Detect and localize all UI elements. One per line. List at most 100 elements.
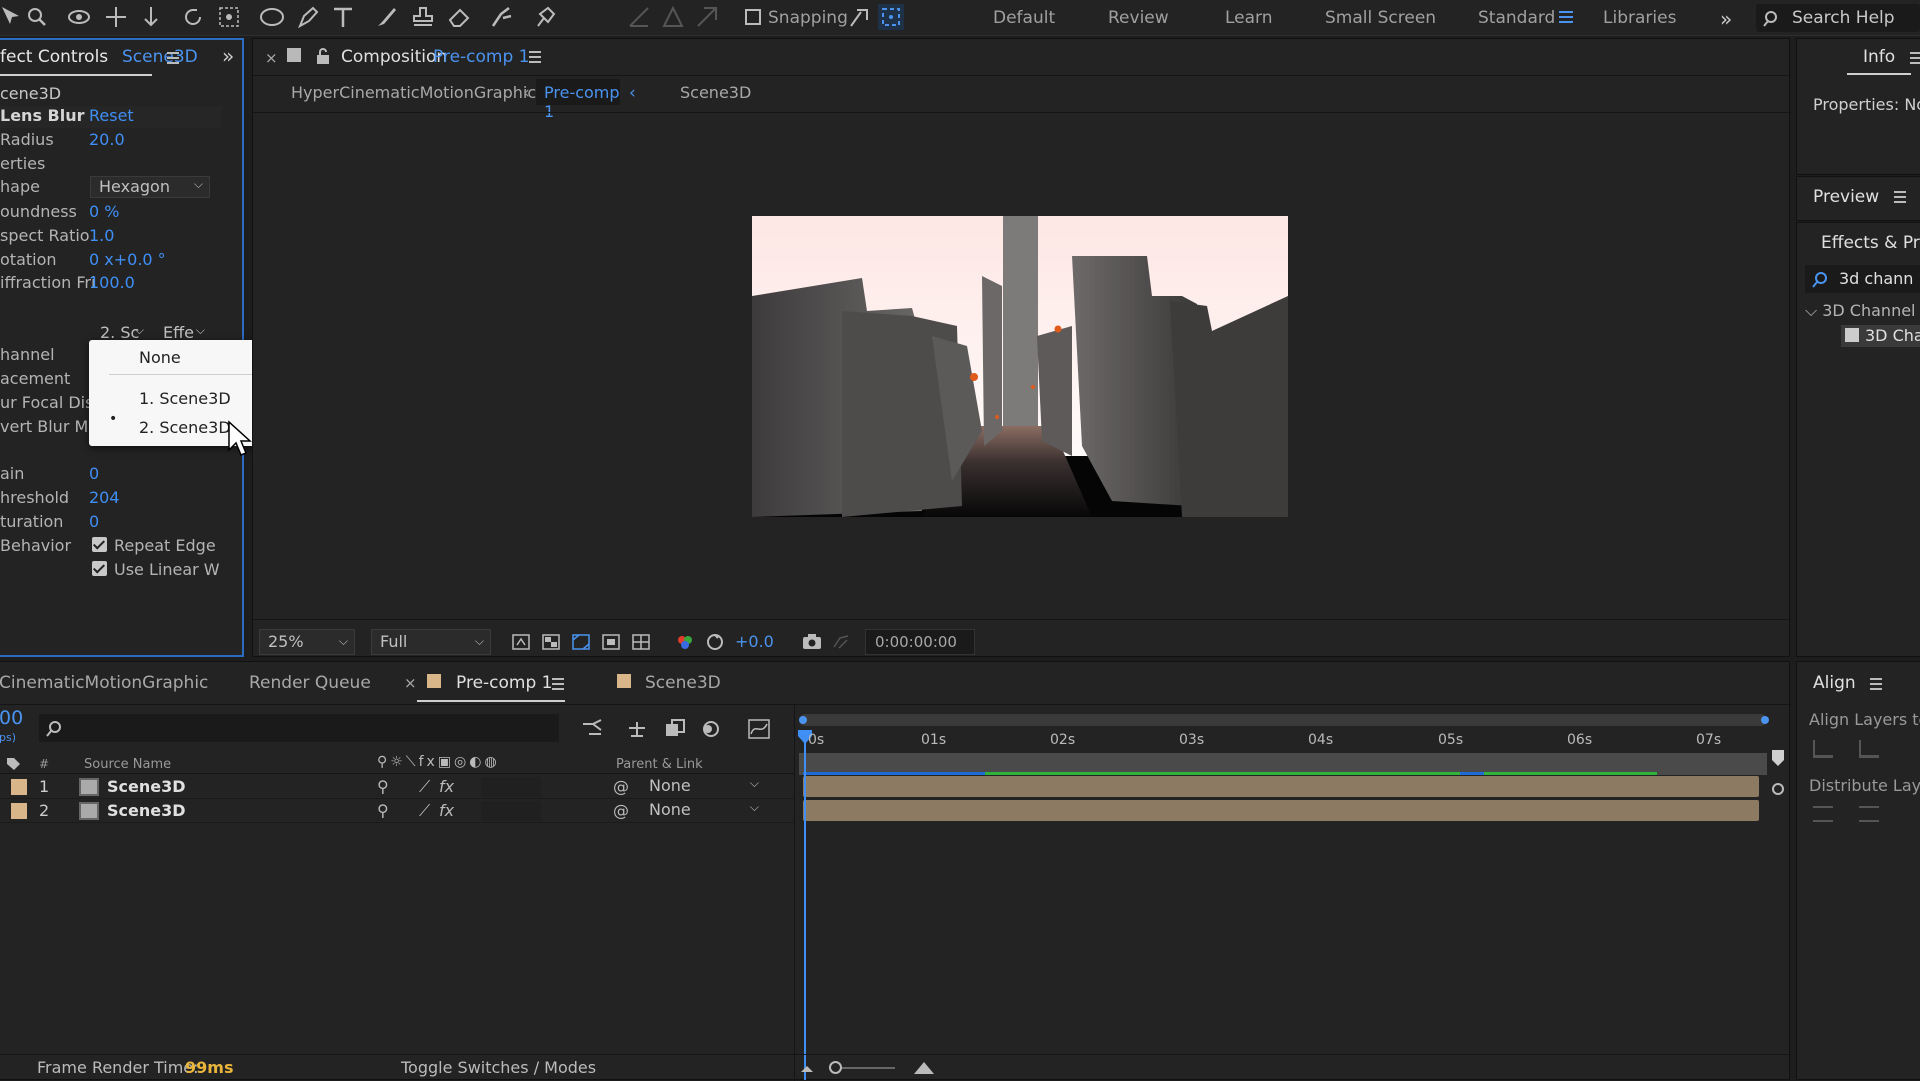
label-tag-icon[interactable]	[5, 756, 21, 772]
text-tool-icon[interactable]	[330, 4, 356, 30]
collapse-switch-icon[interactable]: ⚲	[377, 801, 389, 820]
snap-edges-icon[interactable]	[847, 4, 873, 30]
repeat-edge-checkbox[interactable]	[92, 537, 107, 552]
effects-item-3d-channel-extract[interactable]: 3D Cha	[1841, 325, 1920, 347]
quality-switch-icon[interactable]: ⟋	[419, 777, 430, 797]
hand-orbit-tool-icon[interactable]	[66, 4, 92, 30]
align-left-icon[interactable]	[1813, 740, 1833, 758]
grid-guides-icon[interactable]	[631, 632, 651, 652]
region-of-interest-icon[interactable]	[601, 632, 621, 652]
zoom-tool-icon[interactable]	[24, 4, 50, 30]
show-snapshot-icon[interactable]	[831, 632, 851, 652]
snapshot-camera-icon[interactable]	[801, 632, 823, 652]
pen-tool-icon[interactable]	[295, 4, 321, 30]
shy-layers-icon[interactable]	[625, 718, 649, 740]
transparency-grid-icon[interactable]	[541, 632, 561, 652]
source-name-column-header[interactable]: Source Name	[84, 757, 171, 772]
breadcrumb-root[interactable]: HyperCinematicMotionGraphic	[291, 83, 536, 102]
pick-whip-icon[interactable]: @	[613, 801, 629, 820]
info-tab[interactable]: Info	[1863, 47, 1895, 67]
comp-button-icon[interactable]	[1769, 780, 1787, 798]
effects-switch-icon[interactable]: fx	[439, 777, 454, 796]
precomp-timeline-tab[interactable]: Pre-comp 1	[456, 673, 552, 693]
composition-viewer-image[interactable]	[752, 216, 1288, 517]
layer-switch-boxes[interactable]	[481, 801, 541, 821]
layer-switch-boxes[interactable]	[481, 777, 541, 797]
breadcrumb-scene3d[interactable]: Scene3D	[680, 83, 751, 102]
view-axis-icon[interactable]	[694, 4, 720, 30]
popup-item-scene3d-2[interactable]: 2. Scene3D	[139, 418, 231, 437]
pick-whip-icon[interactable]: @	[613, 777, 629, 796]
popup-item-none[interactable]: None	[139, 348, 181, 367]
panel-menu-icon[interactable]	[551, 677, 565, 691]
resolution-dropdown[interactable]: Full ⌵	[371, 629, 491, 655]
snap-features-icon[interactable]	[878, 4, 904, 30]
workspace-overflow-icon[interactable]: »	[1720, 7, 1732, 31]
roto-brush-tool-icon[interactable]	[489, 4, 515, 30]
panel-menu-icon[interactable]	[528, 50, 542, 64]
magnification-dropdown[interactable]: 25% ⌵	[259, 629, 355, 655]
aspect-ratio-value[interactable]: 1.0	[89, 226, 114, 245]
layer-search-input[interactable]	[39, 714, 559, 742]
panel-menu-icon[interactable]	[1893, 190, 1907, 204]
workspace-small-screen[interactable]: Small Screen	[1325, 8, 1436, 28]
lock-icon[interactable]	[315, 47, 331, 65]
roundness-value[interactable]: 0 %	[89, 202, 119, 221]
effects-category-3d-channel[interactable]: ⌵ 3D Channel	[1805, 301, 1916, 321]
workspace-default[interactable]: Default	[993, 8, 1055, 28]
effects-switch-icon[interactable]: fx	[439, 801, 454, 820]
layer-name[interactable]: Scene3D	[107, 801, 186, 820]
workspace-libraries[interactable]: Libraries	[1603, 8, 1676, 28]
world-axis-icon[interactable]	[626, 4, 652, 30]
clone-stamp-tool-icon[interactable]	[410, 4, 436, 30]
layer-1-duration-bar[interactable]	[803, 776, 1759, 797]
layer-row-2[interactable]: 2 Scene3D ⚲ ⟋ fx @ None ⌵	[0, 799, 794, 823]
work-area-bar[interactable]	[799, 714, 1767, 726]
snapping-checkbox[interactable]	[745, 9, 761, 25]
use-linear-checkbox[interactable]	[92, 561, 107, 576]
preview-tab[interactable]: Preview	[1813, 187, 1879, 207]
effects-search-input[interactable]: 3d chann	[1805, 265, 1920, 293]
current-time-indicator[interactable]	[804, 730, 806, 1080]
graph-editor-icon[interactable]	[747, 718, 771, 740]
selection-tool-icon[interactable]	[0, 4, 26, 30]
popup-item-scene3d-1[interactable]: 1. Scene3D	[139, 389, 231, 408]
workspace-learn[interactable]: Learn	[1225, 8, 1273, 28]
layer-label-color[interactable]	[11, 779, 27, 795]
timeline-tab-main[interactable]: CinematicMotionGraphic	[0, 673, 208, 693]
puppet-pin-tool-icon[interactable]	[532, 4, 558, 30]
layer-name[interactable]: Scene3D	[107, 777, 186, 796]
distribute-top-icon[interactable]	[1813, 806, 1833, 822]
close-tab-icon[interactable]: ×	[404, 674, 417, 692]
quality-switch-icon[interactable]: ⟋	[419, 801, 430, 821]
local-axis-icon[interactable]	[660, 4, 686, 30]
zoom-in-mountain-icon[interactable]	[913, 1058, 935, 1076]
frame-blending-icon[interactable]	[663, 718, 687, 740]
breadcrumb-active[interactable]: Pre-comp 1	[536, 79, 620, 121]
panel-menu-icon[interactable]	[1869, 677, 1883, 691]
panel-menu-icon[interactable]	[1909, 51, 1920, 65]
composition-tab-label[interactable]: Composition	[341, 47, 447, 67]
layer-label-color[interactable]	[11, 803, 27, 819]
threshold-value[interactable]: 204	[89, 488, 120, 507]
fast-previews-icon[interactable]	[511, 632, 531, 652]
rotation-value[interactable]: 0 x+0.0 °	[89, 250, 166, 269]
composition-tab-name[interactable]: Pre-comp 1	[433, 47, 529, 67]
motion-blur-icon[interactable]	[699, 718, 723, 740]
align-tab[interactable]: Align	[1813, 673, 1856, 693]
brush-tool-icon[interactable]	[374, 4, 400, 30]
workspace-menu-icon[interactable]	[1558, 9, 1574, 25]
render-queue-tab[interactable]: Render Queue	[249, 673, 371, 693]
work-area-end-handle[interactable]	[1761, 716, 1769, 724]
diffraction-value[interactable]: 100.0	[89, 273, 135, 292]
dolly-tool-icon[interactable]	[138, 4, 164, 30]
mask-visibility-icon[interactable]	[571, 632, 591, 652]
shape-dropdown[interactable]: Hexagon ⌵	[90, 176, 210, 198]
align-center-icon[interactable]	[1859, 740, 1879, 758]
zoom-out-mountain-icon[interactable]	[799, 1060, 815, 1076]
toggle-switches-modes[interactable]: Toggle Switches / Modes	[401, 1058, 596, 1077]
timeline-zoom-thumb[interactable]	[829, 1061, 842, 1074]
effects-presets-tab[interactable]: Effects & Prese	[1821, 233, 1920, 253]
distribute-center-icon[interactable]	[1859, 806, 1879, 822]
timeline-timecode[interactable]: 00	[0, 707, 23, 729]
